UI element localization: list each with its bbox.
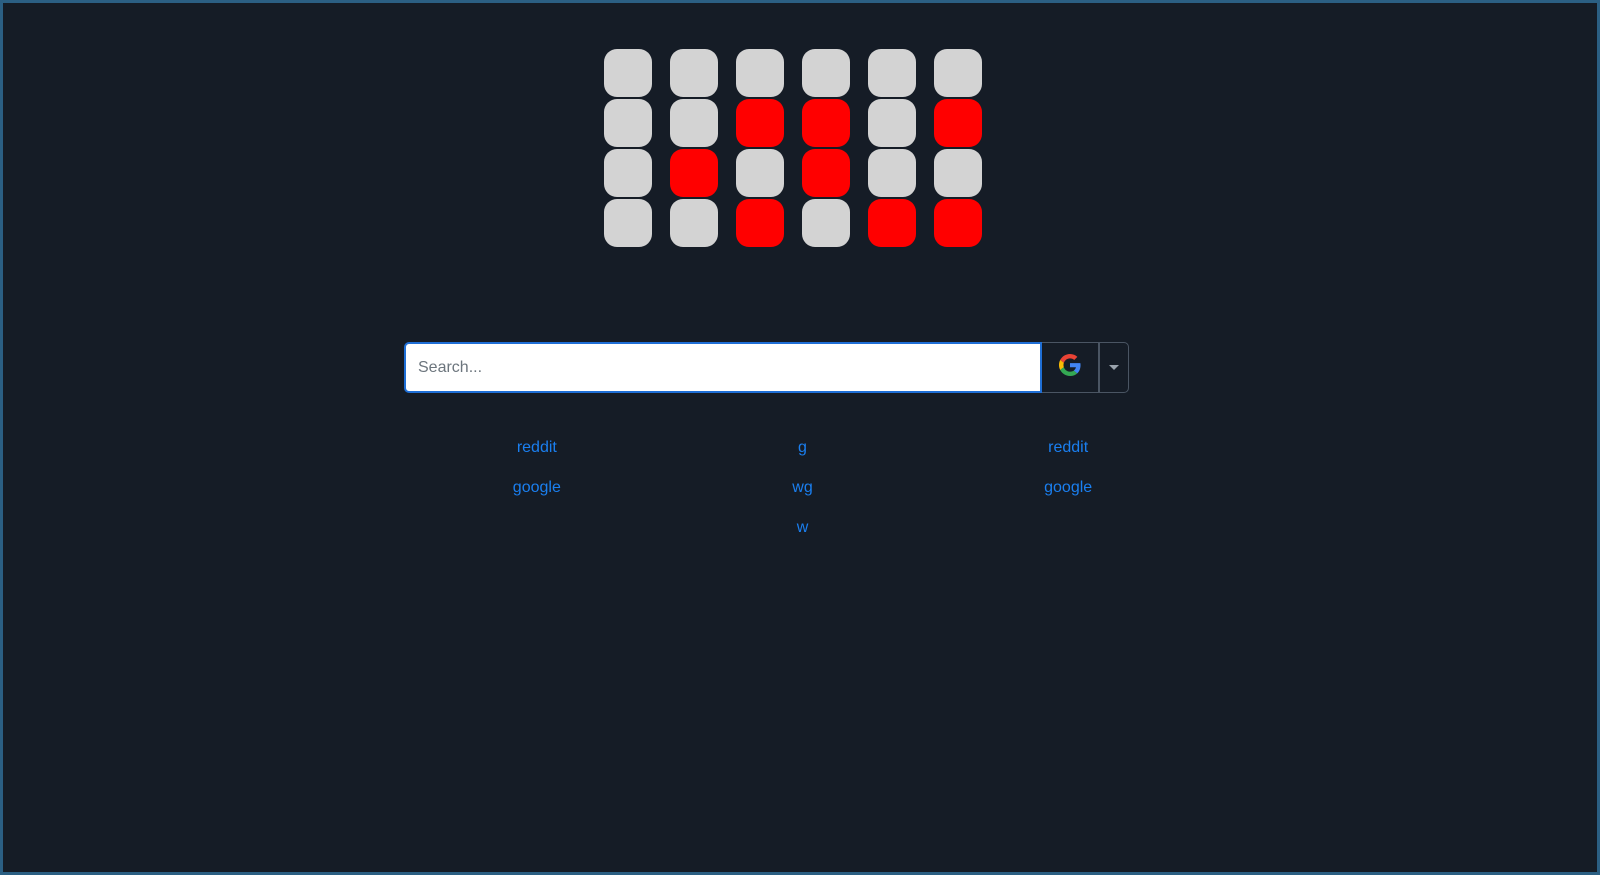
quick-link[interactable]: g (670, 437, 936, 459)
caret-down-icon (1109, 365, 1119, 370)
search-input[interactable] (404, 342, 1042, 393)
engine-dropdown-button[interactable] (1099, 342, 1129, 393)
quick-link[interactable]: reddit (404, 437, 670, 459)
quick-link[interactable]: reddit (935, 437, 1201, 459)
clock-bit-off (802, 49, 850, 97)
quick-link[interactable]: google (404, 477, 670, 499)
binary-clock (604, 49, 982, 247)
clock-bit-off (934, 49, 982, 97)
clock-bit-on (802, 99, 850, 147)
clock-bit-on (736, 199, 784, 247)
clock-bit-off (604, 99, 652, 147)
google-g-icon (1059, 354, 1081, 381)
clock-bit-off (604, 199, 652, 247)
clock-bit-on (802, 149, 850, 197)
clock-bit-off (934, 149, 982, 197)
clock-bit-off (604, 49, 652, 97)
clock-bit-off (736, 149, 784, 197)
clock-bit-on (934, 99, 982, 147)
quick-link (404, 517, 670, 539)
quick-link[interactable]: wg (670, 477, 936, 499)
clock-bit-off (736, 49, 784, 97)
clock-bit-off (868, 99, 916, 147)
quick-link[interactable]: w (670, 517, 936, 539)
clock-bit-off (604, 149, 652, 197)
clock-bit-on (934, 199, 982, 247)
quick-links: reddit g reddit google wg google w (404, 437, 1201, 539)
clock-bit-off (802, 199, 850, 247)
search-engine-button[interactable] (1042, 342, 1099, 393)
clock-bit-off (670, 199, 718, 247)
clock-bit-on (670, 149, 718, 197)
quick-link (935, 517, 1201, 539)
app-frame: reddit g reddit google wg google w (0, 0, 1600, 875)
search-bar (404, 342, 1129, 393)
quick-link[interactable]: google (935, 477, 1201, 499)
clock-bit-off (670, 49, 718, 97)
clock-bit-on (736, 99, 784, 147)
clock-bit-on (868, 199, 916, 247)
clock-bit-off (868, 149, 916, 197)
clock-bit-off (670, 99, 718, 147)
clock-bit-off (868, 49, 916, 97)
